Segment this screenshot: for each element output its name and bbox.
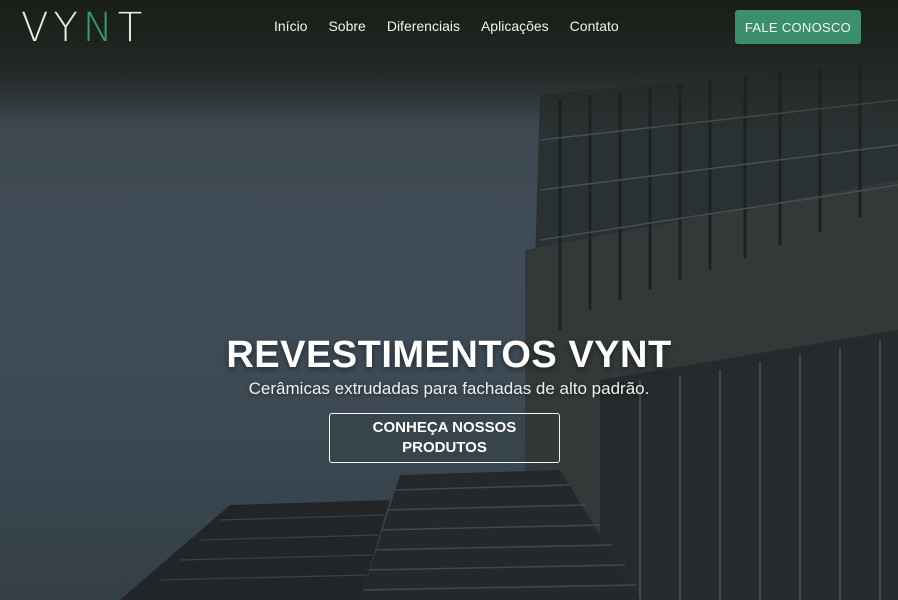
nav-link-aplicacoes[interactable]: Aplicações — [481, 17, 549, 35]
hero-section: VYNT Início Sobre Diferenciais Aplicaçõe… — [0, 0, 898, 600]
logo-accent-letter: N — [82, 5, 118, 51]
logo-prefix: VY — [21, 5, 83, 51]
contact-button[interactable]: FALE CONOSCO — [735, 10, 861, 44]
nav-link-sobre[interactable]: Sobre — [328, 17, 365, 35]
nav-link-contato[interactable]: Contato — [570, 17, 619, 35]
hero-text: REVESTIMENTOS VYNT Cerâmicas extrudadas … — [0, 332, 898, 400]
products-button-label: CONHEÇA NOSSOS PRODUTOS — [372, 419, 517, 456]
logo-suffix: T — [117, 5, 148, 51]
logo[interactable]: VYNT — [21, 6, 147, 50]
navbar: VYNT Início Sobre Diferenciais Aplicaçõe… — [0, 0, 898, 56]
nav-link-inicio[interactable]: Início — [274, 17, 307, 35]
products-button[interactable]: CONHEÇA NOSSOS PRODUTOS — [329, 413, 560, 463]
hero-title: REVESTIMENTOS VYNT — [226, 334, 672, 376]
nav-link-diferenciais[interactable]: Diferenciais — [387, 17, 460, 35]
hero-subtitle: Cerâmicas extrudadas para fachadas de al… — [248, 379, 650, 398]
main-nav: Início Sobre Diferenciais Aplicações Con… — [274, 17, 640, 35]
